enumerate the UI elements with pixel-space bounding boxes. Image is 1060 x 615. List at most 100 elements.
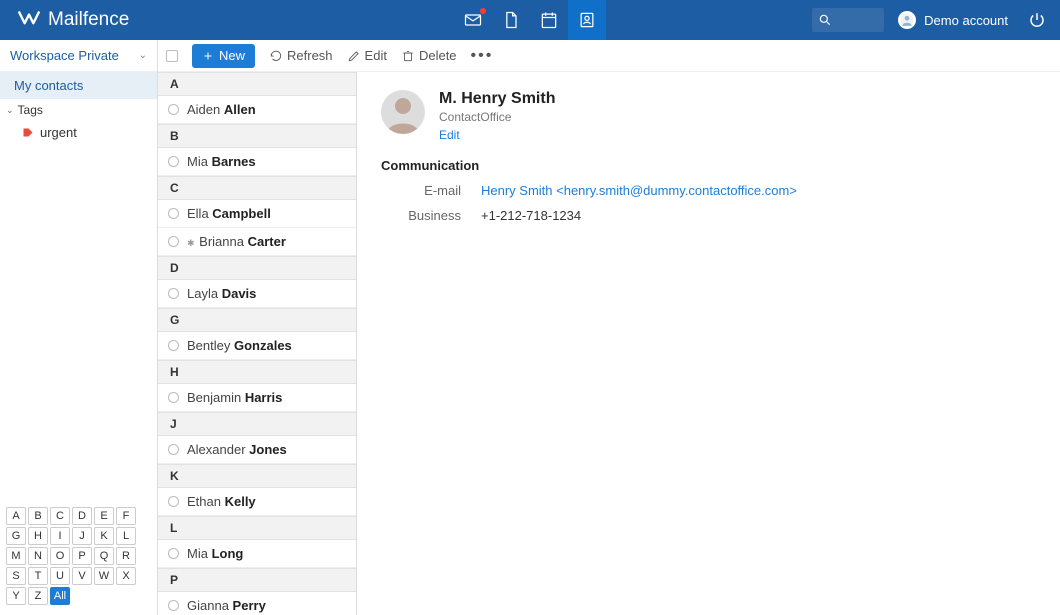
nav-contacts[interactable] xyxy=(568,0,606,40)
alpha-q[interactable]: Q xyxy=(94,547,114,565)
alpha-e[interactable]: E xyxy=(94,507,114,525)
contact-row-name: Mia Barnes xyxy=(187,154,256,169)
alpha-a[interactable]: A xyxy=(6,507,26,525)
alpha-r[interactable]: R xyxy=(116,547,136,565)
contact-row[interactable]: Mia Long xyxy=(158,540,356,568)
alpha-w[interactable]: W xyxy=(94,567,114,585)
alpha-n[interactable]: N xyxy=(28,547,48,565)
contact-row-name: Aiden Allen xyxy=(187,102,256,117)
contact-select-circle[interactable] xyxy=(168,392,179,403)
contact-company: ContactOffice xyxy=(439,110,555,124)
tag-urgent[interactable]: urgent xyxy=(0,121,157,144)
contact-name: M. Henry Smith xyxy=(439,90,555,108)
contacts-icon xyxy=(577,10,597,30)
alpha-s[interactable]: S xyxy=(6,567,26,585)
contact-list: AAiden AllenBMia BarnesCElla Campbell✱ B… xyxy=(158,72,357,615)
contact-row[interactable]: Mia Barnes xyxy=(158,148,356,176)
alpha-d[interactable]: D xyxy=(72,507,92,525)
contact-row-name: Ella Campbell xyxy=(187,206,271,221)
letter-header: J xyxy=(158,412,356,436)
nav-documents[interactable] xyxy=(492,0,530,40)
alpha-x[interactable]: X xyxy=(116,567,136,585)
star-icon: ✱ xyxy=(187,238,195,248)
field-email-label: E-mail xyxy=(381,183,461,198)
alpha-o[interactable]: O xyxy=(50,547,70,565)
contact-row[interactable]: Bentley Gonzales xyxy=(158,332,356,360)
nav-mail[interactable] xyxy=(454,0,492,40)
delete-label: Delete xyxy=(419,48,457,63)
edit-button[interactable]: Edit xyxy=(347,48,387,63)
contact-detail: M. Henry Smith ContactOffice Edit Commun… xyxy=(357,72,1060,615)
alpha-v[interactable]: V xyxy=(72,567,92,585)
alpha-g[interactable]: G xyxy=(6,527,26,545)
contact-row-name: Alexander Jones xyxy=(187,442,287,457)
alpha-all[interactable]: All xyxy=(50,587,70,605)
sidebar-my-contacts[interactable]: My contacts xyxy=(0,72,157,99)
contact-select-circle[interactable] xyxy=(168,548,179,559)
calendar-icon xyxy=(539,10,559,30)
alpha-t[interactable]: T xyxy=(28,567,48,585)
toolbar: New Refresh Edit Delete ••• xyxy=(158,40,1060,72)
alpha-c[interactable]: C xyxy=(50,507,70,525)
contact-row[interactable]: ✱ Brianna Carter xyxy=(158,228,356,256)
header-right: Demo account xyxy=(812,5,1052,35)
alpha-f[interactable]: F xyxy=(116,507,136,525)
nav-calendar[interactable] xyxy=(530,0,568,40)
alpha-h[interactable]: H xyxy=(28,527,48,545)
contact-select-circle[interactable] xyxy=(168,600,179,611)
contact-select-circle[interactable] xyxy=(168,496,179,507)
logout-button[interactable] xyxy=(1022,5,1052,35)
delete-button[interactable]: Delete xyxy=(401,48,457,63)
alpha-l[interactable]: L xyxy=(116,527,136,545)
tag-icon xyxy=(22,127,34,139)
plus-icon xyxy=(202,50,214,62)
account-menu[interactable]: Demo account xyxy=(898,11,1008,29)
edit-label: Edit xyxy=(365,48,387,63)
letter-header: A xyxy=(158,72,356,96)
field-email-value[interactable]: Henry Smith <henry.smith@dummy.contactof… xyxy=(481,183,797,198)
select-all-checkbox[interactable] xyxy=(166,50,178,62)
contact-select-circle[interactable] xyxy=(168,444,179,455)
contact-select-circle[interactable] xyxy=(168,288,179,299)
new-button[interactable]: New xyxy=(192,44,255,68)
alpha-z[interactable]: Z xyxy=(28,587,48,605)
contact-select-circle[interactable] xyxy=(168,208,179,219)
contact-row[interactable]: Gianna Perry xyxy=(158,592,356,615)
alpha-j[interactable]: J xyxy=(72,527,92,545)
alpha-y[interactable]: Y xyxy=(6,587,26,605)
contact-row[interactable]: Ethan Kelly xyxy=(158,488,356,516)
main-area: New Refresh Edit Delete ••• A Aiden Allen… xyxy=(158,40,1060,615)
alpha-u[interactable]: U xyxy=(50,567,70,585)
contact-row[interactable]: Alexander Jones xyxy=(158,436,356,464)
alpha-k[interactable]: K xyxy=(94,527,114,545)
alpha-b[interactable]: B xyxy=(28,507,48,525)
letter-header: B xyxy=(158,124,356,148)
sidebar-tags-header[interactable]: ⌄ Tags xyxy=(0,99,157,121)
contact-avatar xyxy=(381,90,425,134)
contact-row-name: ✱ Brianna Carter xyxy=(187,234,286,249)
alpha-i[interactable]: I xyxy=(50,527,70,545)
contact-select-circle[interactable] xyxy=(168,156,179,167)
contact-row[interactable]: Ella Campbell xyxy=(158,200,356,228)
sidebar: Workspace Private ⌄ My contacts ⌄ Tags u… xyxy=(0,40,158,615)
search-box[interactable] xyxy=(812,8,884,32)
alpha-m[interactable]: M xyxy=(6,547,26,565)
letter-header: G xyxy=(158,308,356,332)
contact-edit-link[interactable]: Edit xyxy=(439,128,555,142)
contact-select-circle[interactable] xyxy=(168,340,179,351)
contact-row[interactable]: Benjamin Harris xyxy=(158,384,356,412)
contact-select-circle[interactable] xyxy=(168,104,179,115)
user-avatar-icon xyxy=(898,11,916,29)
contact-select-circle[interactable] xyxy=(168,236,179,247)
more-menu[interactable]: ••• xyxy=(471,47,494,65)
account-name: Demo account xyxy=(924,13,1008,28)
contact-row[interactable]: Aiden Allen xyxy=(158,96,356,124)
app-header: Mailfence Demo account xyxy=(0,0,1060,40)
contact-row[interactable]: Layla Davis xyxy=(158,280,356,308)
letter-header: P xyxy=(158,568,356,592)
refresh-button[interactable]: Refresh xyxy=(269,48,333,63)
brand-logo[interactable]: Mailfence xyxy=(16,7,129,33)
workspace-selector[interactable]: Workspace Private ⌄ xyxy=(0,40,157,72)
search-icon xyxy=(818,13,832,27)
alpha-p[interactable]: P xyxy=(72,547,92,565)
